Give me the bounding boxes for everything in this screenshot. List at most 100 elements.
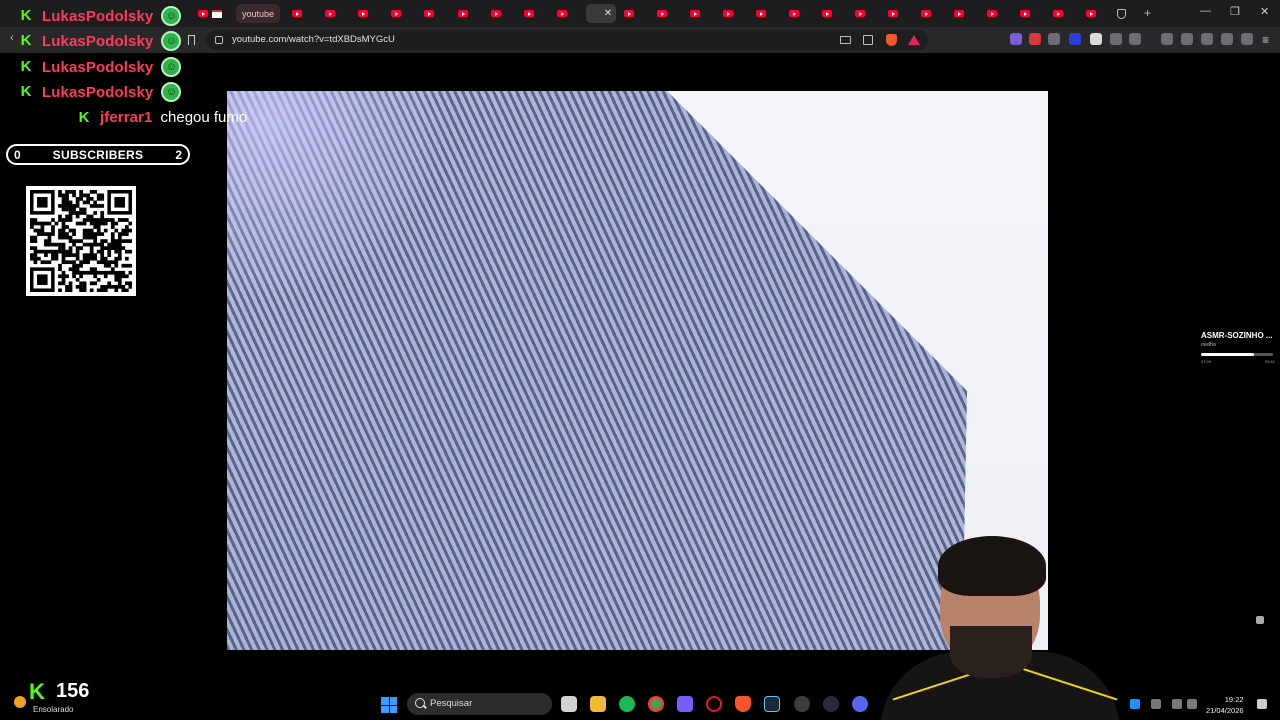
apps-grid-icon[interactable]: [677, 696, 693, 712]
kick-badge-icon: K: [20, 83, 32, 100]
brave-rewards-icon[interactable]: [908, 35, 920, 45]
subscribers-current: 0: [14, 147, 21, 162]
extension-icon[interactable]: [1029, 33, 1041, 45]
extension-icon[interactable]: [1069, 33, 1081, 45]
address-bar[interactable]: youtube.com/watch?v=tdXBDsMYGcU: [206, 30, 928, 50]
sidebar-icon[interactable]: [1181, 33, 1193, 45]
youtube-icon: [657, 10, 667, 17]
extension-icon[interactable]: [1048, 33, 1060, 45]
notification-bell-icon[interactable]: [1257, 699, 1267, 709]
music-note-icon[interactable]: [1161, 33, 1173, 45]
new-tab-button[interactable]: +: [1144, 6, 1151, 20]
browser-tab[interactable]: [1106, 4, 1136, 23]
chat-message: K jferrar1 chegou fumo: [76, 108, 248, 126]
browser-tab[interactable]: [381, 4, 411, 23]
extension-icon[interactable]: [1010, 33, 1022, 45]
subscribers-target: 2: [175, 147, 182, 162]
system-clock[interactable]: 19:22 21/04/2026: [1206, 694, 1244, 716]
taskbar-search[interactable]: Pesquisar: [407, 693, 552, 715]
start-button[interactable]: [381, 697, 397, 713]
browser-tab[interactable]: [614, 4, 644, 23]
browser-tab[interactable]: [845, 4, 875, 23]
kick-badge-icon: K: [20, 58, 32, 75]
subscribers-label: SUBSCRIBERS: [52, 147, 144, 162]
chat-text: chegou fumo: [160, 109, 248, 126]
app-icon[interactable]: [823, 696, 839, 712]
youtube-icon: [458, 10, 468, 17]
browser-tab[interactable]: [647, 4, 677, 23]
weather-text: Ensolarado: [33, 705, 74, 714]
brave-icon[interactable]: [735, 696, 751, 712]
taskbar: Ensolarado Pesquisar 19:22 21/04/2026: [0, 690, 1280, 720]
leo-ai-icon[interactable]: [1221, 33, 1233, 45]
browser-tab[interactable]: [779, 4, 809, 23]
browser-tab[interactable]: [315, 4, 345, 23]
browser-tab[interactable]: [282, 4, 312, 23]
steam-icon[interactable]: [764, 696, 780, 712]
back-icon[interactable]: ‹: [10, 32, 14, 44]
close-window-button[interactable]: ✕: [1260, 5, 1269, 18]
youtube-icon: [524, 10, 534, 17]
browser-tab[interactable]: [1076, 4, 1106, 23]
browser-tab[interactable]: [202, 4, 232, 23]
app-icon[interactable]: [794, 696, 810, 712]
browser-tab[interactable]: [746, 4, 776, 23]
chat-username: LukasPodolsky: [42, 32, 154, 50]
volume-icon[interactable]: [1187, 699, 1197, 709]
browser-tab[interactable]: [680, 4, 710, 23]
screenshot-icon[interactable]: [1129, 33, 1141, 45]
cast-icon[interactable]: [840, 36, 851, 44]
microphone-icon[interactable]: [1151, 699, 1161, 709]
network-icon[interactable]: [1172, 699, 1182, 709]
opera-icon[interactable]: [706, 696, 722, 712]
youtube-icon: [987, 10, 997, 17]
youtube-icon: [424, 10, 434, 17]
menu-icon[interactable]: ≡: [1262, 33, 1269, 47]
browser-tab[interactable]: [348, 4, 378, 23]
wallet-icon[interactable]: [1201, 33, 1213, 45]
browser-tab-current[interactable]: ✕: [586, 4, 616, 23]
maximize-button[interactable]: ❐: [1230, 5, 1240, 18]
kick-badge-icon: K: [20, 32, 32, 49]
share-icon[interactable]: [863, 35, 873, 45]
youtube-icon: [358, 10, 368, 17]
browser-tab[interactable]: [547, 4, 577, 23]
chrome-icon[interactable]: [648, 696, 664, 712]
browser-tab[interactable]: [448, 4, 478, 23]
weather-widget[interactable]: [14, 696, 26, 708]
browser-tab[interactable]: [414, 4, 444, 23]
browser-tab[interactable]: [878, 4, 908, 23]
emote-icon: ☺: [161, 57, 182, 77]
youtube-icon: [888, 10, 898, 17]
brave-shield-icon[interactable]: [886, 34, 897, 46]
task-view-icon[interactable]: [561, 696, 577, 712]
gmail-icon: [212, 9, 222, 18]
browser-tab[interactable]: [1043, 4, 1073, 23]
site-settings-icon[interactable]: [215, 36, 223, 44]
spotify-icon[interactable]: [619, 696, 635, 712]
extension-icon[interactable]: [1090, 33, 1102, 45]
browser-tab[interactable]: [713, 4, 743, 23]
discord-icon[interactable]: [852, 696, 868, 712]
extensions-puzzle-icon[interactable]: [1110, 33, 1122, 45]
qr-code: [26, 186, 136, 296]
vpn-icon[interactable]: [1241, 33, 1253, 45]
browser-tab[interactable]: [977, 4, 1007, 23]
youtube-icon: [491, 10, 501, 17]
browser-tab[interactable]: [944, 4, 974, 23]
minimize-button[interactable]: —: [1200, 5, 1211, 17]
bookmark-icon[interactable]: [188, 35, 195, 45]
file-explorer-icon[interactable]: [590, 696, 606, 712]
close-icon[interactable]: ✕: [604, 8, 612, 19]
browser-tab[interactable]: [514, 4, 544, 23]
browser-toolbar: ‹ youtube.com/watch?v=tdXBDsMYGcU ≡: [0, 27, 1280, 53]
chat-message: K LukasPodolsky ☺: [18, 6, 182, 26]
browser-tab[interactable]: [911, 4, 941, 23]
bluetooth-icon[interactable]: [1130, 699, 1140, 709]
kick-badge-icon: K: [78, 108, 90, 126]
browser-tab[interactable]: [481, 4, 511, 23]
browser-tab[interactable]: [1010, 4, 1040, 23]
browser-tab[interactable]: [812, 4, 842, 23]
browser-tab-youtube[interactable]: youtube: [236, 4, 280, 23]
youtube-icon: [954, 10, 964, 17]
